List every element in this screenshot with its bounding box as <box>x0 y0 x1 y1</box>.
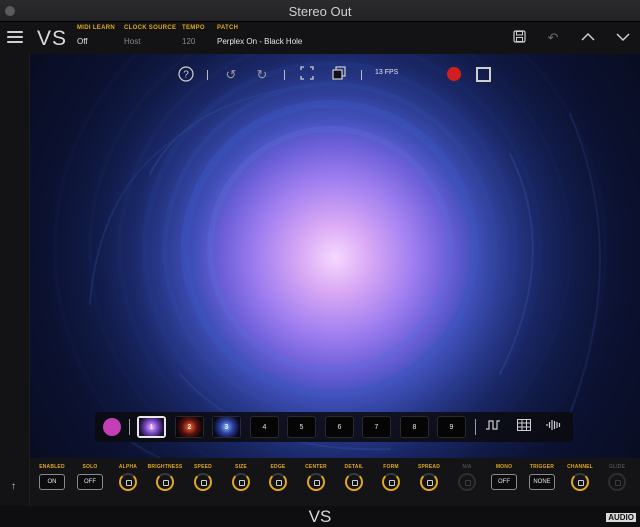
chevron-down-icon[interactable] <box>615 30 631 46</box>
solo-control: SOLO OFF <box>72 464 108 490</box>
layer-slot-4[interactable]: 4 <box>250 416 279 438</box>
chevron-up-icon[interactable] <box>580 30 596 46</box>
speed-knob[interactable] <box>194 473 212 491</box>
alpha-control: ALPHA <box>110 464 146 491</box>
spread-control: SPREAD <box>411 464 447 491</box>
stop-button[interactable] <box>476 67 491 82</box>
help-icon[interactable]: ? <box>177 66 195 84</box>
toolbar-divider <box>207 70 208 80</box>
na-control: N/A <box>449 464 485 491</box>
layer-slot-5[interactable]: 5 <box>287 416 316 438</box>
alpha-knob[interactable] <box>119 473 137 491</box>
rotate-left-icon[interactable]: ↺ <box>222 66 240 84</box>
form-knob[interactable] <box>382 473 400 491</box>
layer-slot-9[interactable]: 9 <box>437 416 466 438</box>
toolbar-divider <box>284 70 285 80</box>
hamburger-menu-icon[interactable] <box>7 31 23 43</box>
trigger-control: TRIGGER NONE <box>524 464 560 490</box>
plugin-header: VS MIDI LEARN Off CLOCK SOURCE Host TEMP… <box>0 22 640 54</box>
clock-source-field[interactable]: CLOCK SOURCE Host <box>124 25 176 46</box>
layer-bar-divider <box>475 419 476 435</box>
mono-toggle[interactable]: OFF <box>491 474 517 490</box>
left-sidebar: ↑ <box>0 54 30 506</box>
record-button[interactable] <box>447 67 461 81</box>
footer: VS AUDIO <box>0 506 640 527</box>
footer-vs-logo: VS <box>308 507 332 526</box>
glide-control: GLIDE <box>599 464 635 491</box>
save-icon[interactable] <box>511 30 527 46</box>
form-control: FORM <box>373 464 409 491</box>
speed-control: SPEED <box>185 464 221 491</box>
edge-knob[interactable] <box>269 473 287 491</box>
copy-window-icon[interactable] <box>330 66 348 84</box>
na-knob <box>458 473 476 491</box>
svg-text:?: ? <box>183 70 189 81</box>
channel-knob[interactable] <box>571 473 589 491</box>
layer-slot-3[interactable]: 3 <box>212 416 241 438</box>
grid-icon[interactable] <box>516 419 532 435</box>
size-knob[interactable] <box>232 473 250 491</box>
brightness-knob[interactable] <box>156 473 174 491</box>
solo-toggle[interactable]: OFF <box>77 474 103 490</box>
layer-controls: ENABLED ON SOLO OFF ALPHA BRIGHTNESS SPE… <box>30 458 640 506</box>
midi-learn-field[interactable]: MIDI LEARN Off <box>77 25 115 46</box>
arrow-up-icon[interactable]: ↑ <box>11 481 16 492</box>
fullscreen-icon[interactable] <box>298 66 316 84</box>
detail-knob[interactable] <box>345 473 363 491</box>
layer-slot-8[interactable]: 8 <box>400 416 429 438</box>
layer-bar-divider <box>129 419 130 435</box>
vs-logo: VS <box>37 27 68 50</box>
undo-icon[interactable]: ↶ <box>545 30 561 46</box>
title-bar: Stereo Out <box>0 0 640 22</box>
fps-readout: 13 FPS <box>375 69 399 76</box>
brightness-control: BRIGHTNESS <box>147 464 183 491</box>
toolbar-divider <box>361 70 362 80</box>
plugin-window: Stereo Out VS MIDI LEARN Off CLOCK SOURC… <box>0 0 640 527</box>
layer-bar: 1 2 3 4 5 6 7 8 9 <box>95 412 573 442</box>
patch-field[interactable]: PATCH Perplex On - Black Hole <box>217 25 302 46</box>
trigger-select[interactable]: NONE <box>529 474 555 490</box>
enabled-control: ENABLED ON <box>34 464 70 490</box>
layer-slot-7[interactable]: 7 <box>362 416 391 438</box>
window-title: Stereo Out <box>288 4 352 19</box>
audio-bars-icon[interactable] <box>546 419 562 435</box>
mono-control: MONO OFF <box>486 464 522 490</box>
glide-knob <box>608 473 626 491</box>
layer-slot-1[interactable]: 1 <box>137 416 166 438</box>
channel-control: CHANNEL <box>562 464 598 491</box>
size-control: SIZE <box>223 464 259 491</box>
edge-control: EDGE <box>260 464 296 491</box>
layer-slot-2[interactable]: 2 <box>175 416 204 438</box>
waveform-square-icon[interactable] <box>485 419 501 435</box>
detail-control: DETAIL <box>336 464 372 491</box>
tempo-field[interactable]: TEMPO 120 <box>182 25 205 46</box>
enabled-toggle[interactable]: ON <box>39 474 65 490</box>
rotate-right-icon[interactable]: ↻ <box>253 66 271 84</box>
center-control: CENTER <box>298 464 334 491</box>
layer-color-swatch[interactable] <box>103 418 121 436</box>
layer-slot-6[interactable]: 6 <box>325 416 354 438</box>
audio-badge: AUDIO <box>606 513 636 522</box>
center-knob[interactable] <box>307 473 325 491</box>
spread-knob[interactable] <box>420 473 438 491</box>
